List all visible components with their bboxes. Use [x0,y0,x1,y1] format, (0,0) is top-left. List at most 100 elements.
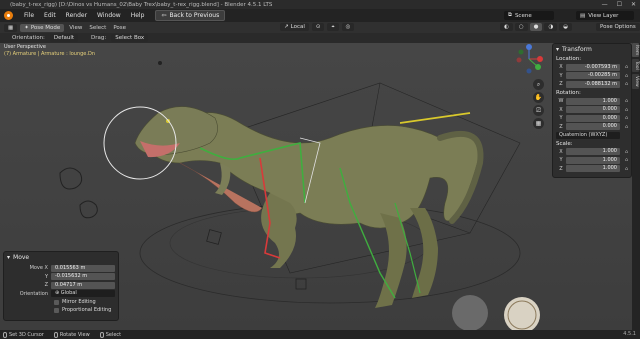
pose-options-button[interactable]: Pose Options [596,23,640,31]
mirror-editing-checkbox[interactable]: Mirror Editing [7,298,115,306]
scale-x-row: X 1.000 ⌂ [556,148,628,156]
move-x-row: Move X 0.015563 m [7,264,115,272]
menu-edit[interactable]: Edit [39,12,61,19]
axis-label: Z [559,165,563,172]
lock-icon[interactable]: ⌂ [620,107,628,113]
zoom-icon[interactable]: ⌕ [533,79,544,90]
status-select: Select [105,331,122,338]
camera-icon[interactable]: ⎚ [533,105,544,116]
minimize-button[interactable]: — [602,1,608,8]
proportional-editing-label: Proportional Editing [62,307,112,313]
transform-panel-header[interactable]: ▾ Transform [556,46,628,53]
axis-label: X [559,106,563,113]
perspective-icon[interactable]: ▦ [533,118,544,129]
checkbox-box[interactable] [54,307,59,313]
location-x-row: X -0.007593 m ⌂ [556,63,628,71]
lock-icon[interactable]: ⌂ [620,166,628,172]
rotation-z-row: Z 0.000 ⌂ [556,123,628,131]
editor-type-button[interactable]: ▦ [4,23,18,32]
lock-icon[interactable]: ⌂ [620,73,628,79]
blender-logo-icon[interactable] [4,11,13,20]
menu-render[interactable]: Render [61,12,92,19]
menu-select[interactable]: Select [87,25,108,31]
menu-pose[interactable]: Pose [111,25,128,31]
overlays-button[interactable]: ◐ [500,23,513,31]
redo-panel-header[interactable]: ▾ Move [7,254,115,261]
mode-label: Pose Mode [30,24,61,31]
orientation-default-label: Default [53,35,75,41]
location-y-field[interactable]: -0.00285 m [566,72,620,79]
orientation-label: Orientation: [12,35,45,41]
rotation-x-field[interactable]: 0.000 [566,106,620,113]
eye-control-left[interactable] [59,167,83,190]
close-button[interactable]: ✕ [631,1,636,8]
move-x-field[interactable]: 0.015563 m [51,264,115,272]
back-to-previous-button[interactable]: ⇦ Back to Previous [155,10,226,21]
menu-file[interactable]: File [19,12,39,19]
lock-icon[interactable]: ⌂ [620,115,628,121]
tab-tool[interactable]: Tool [632,59,639,72]
tab-view[interactable]: View [632,74,639,89]
shading-rendered-button[interactable]: ◒ [559,23,573,31]
status-item: Rotate View [53,331,90,338]
cube-control-2[interactable] [295,278,307,290]
shading-wireframe-button[interactable]: ○ [514,23,528,31]
rotation-w-field[interactable]: 1.000 [566,97,620,105]
location-x-field[interactable]: -0.007593 m [566,63,620,71]
location-z-field[interactable]: -0.088132 m [566,80,620,88]
pivot-point-selector[interactable]: ⊙ [311,23,325,31]
lock-icon[interactable]: ⌂ [620,149,628,155]
proportional-toggle[interactable]: ◎ [341,23,355,31]
orientation-row: Orientation ⊕ Global [7,290,115,298]
move-y-field[interactable]: -0.015632 m [51,273,115,280]
transform-panel: ▾ Transform Location: X -0.007593 m ⌂ Y … [552,43,632,178]
orientation-default-selector[interactable]: Default [49,34,79,42]
location-z-row: Z -0.088132 m ⌂ [556,80,628,88]
orientation-icon: ↗ [284,24,289,30]
target-control[interactable] [158,61,162,65]
view-layer-icon: ▤ [580,12,586,19]
mirror-editing-label: Mirror Editing [62,299,96,305]
rotation-mode-selector[interactable]: Quaternion (WXYZ) [556,131,620,139]
mode-selector[interactable]: ✦ Pose Mode [20,23,65,32]
scale-z-row: Z 1.000 ⌂ [556,165,628,173]
cube-control[interactable] [206,229,222,245]
view-layer-selector[interactable]: ▤ View Layer [576,11,634,20]
rotation-y-field[interactable]: 0.000 [566,114,620,122]
shading-material-button[interactable]: ◑ [544,23,558,31]
redo-orientation-selector[interactable]: ⊕ Global [51,290,115,297]
proportional-editing-checkbox[interactable]: Proportional Editing [7,306,115,314]
transform-orientation-selector[interactable]: ↗ Local [280,23,309,31]
tab-item[interactable]: Item [632,43,639,58]
shading-solid-button[interactable]: ● [529,23,543,31]
menu-help[interactable]: Help [126,12,150,19]
scale-y-field[interactable]: 1.000 [566,156,620,164]
status-item: Select [99,331,122,338]
lock-icon[interactable]: ⌂ [620,81,628,87]
move-y-label: Y [44,273,48,280]
maximize-button[interactable]: ☐ [617,1,622,8]
version-label: 4.5.1 [623,331,636,337]
transform-title: Transform [562,46,592,53]
viewport-nav-tools: ⌕ ✋ ⎚ ▦ [533,79,544,129]
menu-view[interactable]: View [67,25,84,31]
rotation-z-field[interactable]: 0.000 [566,123,620,130]
navigation-gizmo-icon[interactable] [514,44,544,74]
move-z-field[interactable]: 0.04717 m [51,281,115,289]
drag-selector[interactable]: Select Box [111,34,149,42]
snap-toggle[interactable]: ⌖ [327,23,339,31]
scene-selector[interactable]: ⧉ Scene [504,11,554,20]
menu-window[interactable]: Window [92,12,126,19]
view-layer-label: View Layer [588,12,619,19]
eye-control-right[interactable] [79,200,98,219]
tail-bone-yellow[interactable] [399,112,471,124]
lock-icon[interactable]: ⌂ [620,157,628,163]
checkbox-box[interactable] [54,299,59,305]
lock-icon[interactable]: ⌂ [620,98,628,104]
orientation-local-label: Local [290,24,305,30]
scale-z-field[interactable]: 1.000 [566,165,620,172]
lock-icon[interactable]: ⌂ [620,124,628,130]
pan-icon[interactable]: ✋ [533,92,544,103]
lock-icon[interactable]: ⌂ [620,64,628,70]
scale-x-field[interactable]: 1.000 [566,148,620,155]
